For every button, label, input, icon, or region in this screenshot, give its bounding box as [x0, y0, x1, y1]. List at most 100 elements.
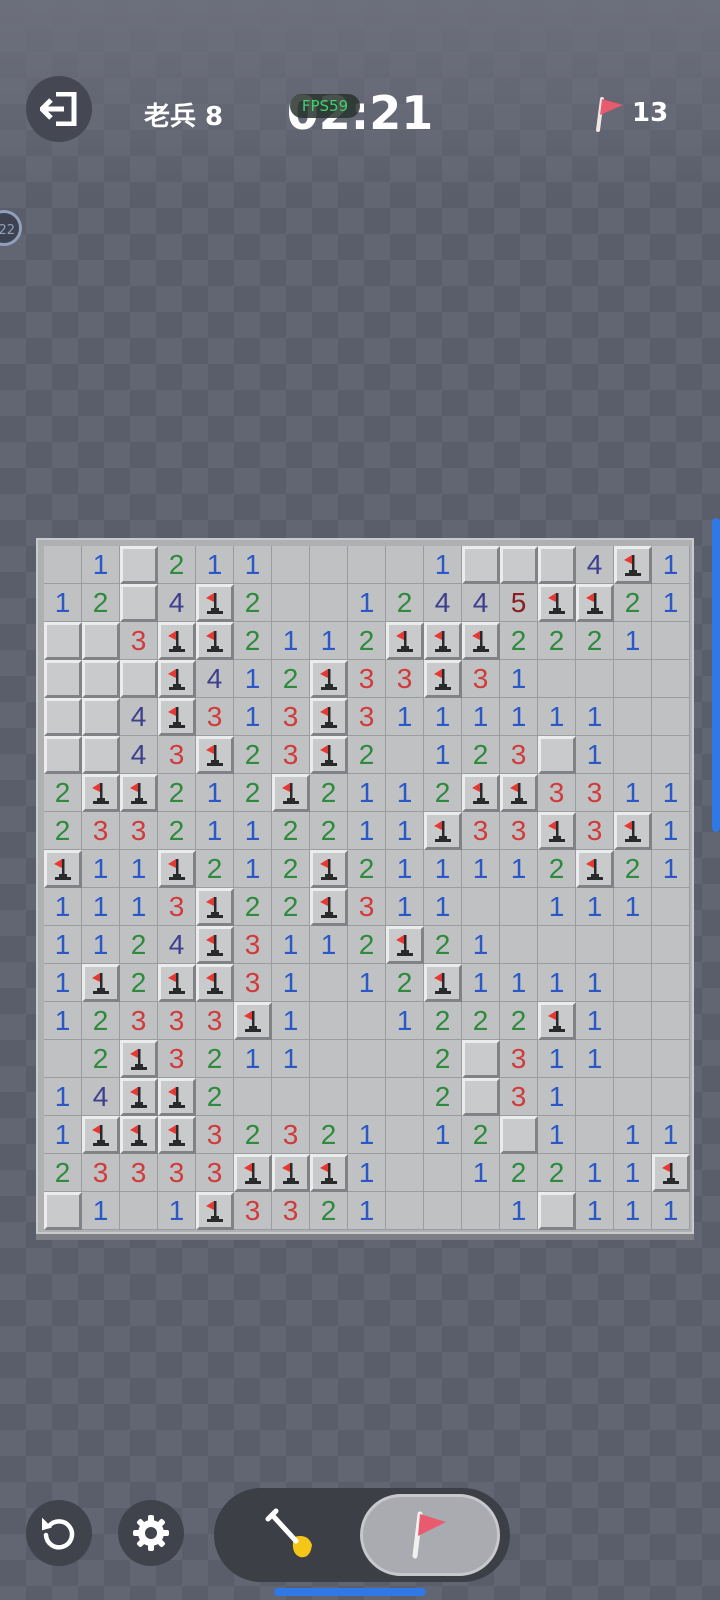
- empty-cell[interactable]: [652, 964, 690, 1002]
- number-cell[interactable]: 1: [44, 964, 82, 1002]
- number-cell[interactable]: 1: [234, 546, 272, 584]
- number-cell[interactable]: 2: [462, 1116, 500, 1154]
- flagged-cell[interactable]: [310, 888, 348, 926]
- empty-cell[interactable]: [652, 698, 690, 736]
- number-cell[interactable]: 1: [652, 850, 690, 888]
- number-cell[interactable]: 1: [386, 888, 424, 926]
- number-cell[interactable]: 1: [500, 850, 538, 888]
- flagged-cell[interactable]: [462, 774, 500, 812]
- empty-cell[interactable]: [44, 1040, 82, 1078]
- empty-cell[interactable]: [272, 546, 310, 584]
- number-cell[interactable]: 1: [652, 546, 690, 584]
- exit-button[interactable]: [26, 76, 92, 142]
- empty-cell[interactable]: [614, 1040, 652, 1078]
- number-cell[interactable]: 3: [158, 1040, 196, 1078]
- number-cell[interactable]: 1: [500, 1192, 538, 1230]
- number-cell[interactable]: 2: [234, 736, 272, 774]
- number-cell[interactable]: 1: [196, 774, 234, 812]
- number-cell[interactable]: 1: [120, 850, 158, 888]
- number-cell[interactable]: 1: [538, 1078, 576, 1116]
- flagged-cell[interactable]: [272, 1154, 310, 1192]
- number-cell[interactable]: 2: [234, 888, 272, 926]
- empty-cell[interactable]: [272, 584, 310, 622]
- flagged-cell[interactable]: [120, 1116, 158, 1154]
- empty-cell[interactable]: [614, 698, 652, 736]
- flagged-cell[interactable]: [310, 1154, 348, 1192]
- flagged-cell[interactable]: [538, 1002, 576, 1040]
- number-cell[interactable]: 3: [500, 736, 538, 774]
- number-cell[interactable]: 2: [196, 850, 234, 888]
- unrevealed-cell[interactable]: [120, 584, 158, 622]
- unrevealed-cell[interactable]: [538, 736, 576, 774]
- number-cell[interactable]: 1: [424, 888, 462, 926]
- side-badge[interactable]: 22: [0, 210, 22, 246]
- number-cell[interactable]: 1: [386, 850, 424, 888]
- flagged-cell[interactable]: [576, 850, 614, 888]
- number-cell[interactable]: 1: [500, 964, 538, 1002]
- number-cell[interactable]: 2: [234, 1116, 272, 1154]
- empty-cell[interactable]: [424, 1154, 462, 1192]
- number-cell[interactable]: 2: [310, 812, 348, 850]
- empty-cell[interactable]: [310, 584, 348, 622]
- unrevealed-cell[interactable]: [462, 1078, 500, 1116]
- number-cell[interactable]: 1: [576, 736, 614, 774]
- flagged-cell[interactable]: [158, 660, 196, 698]
- unrevealed-cell[interactable]: [500, 546, 538, 584]
- dig-mode-button[interactable]: [222, 1494, 362, 1576]
- number-cell[interactable]: 3: [158, 1154, 196, 1192]
- number-cell[interactable]: 1: [576, 1192, 614, 1230]
- number-cell[interactable]: 1: [462, 850, 500, 888]
- empty-cell[interactable]: [652, 1078, 690, 1116]
- empty-cell[interactable]: [652, 736, 690, 774]
- number-cell[interactable]: 1: [538, 698, 576, 736]
- flagged-cell[interactable]: [424, 964, 462, 1002]
- number-cell[interactable]: 1: [158, 1192, 196, 1230]
- empty-cell[interactable]: [44, 546, 82, 584]
- empty-cell[interactable]: [348, 1002, 386, 1040]
- empty-cell[interactable]: [652, 660, 690, 698]
- number-cell[interactable]: 4: [196, 660, 234, 698]
- number-cell[interactable]: 1: [462, 1154, 500, 1192]
- number-cell[interactable]: 3: [348, 888, 386, 926]
- number-cell[interactable]: 1: [614, 1192, 652, 1230]
- flagged-cell[interactable]: [614, 546, 652, 584]
- empty-cell[interactable]: [310, 1040, 348, 1078]
- flagged-cell[interactable]: [576, 584, 614, 622]
- number-cell[interactable]: 3: [120, 622, 158, 660]
- empty-cell[interactable]: [348, 546, 386, 584]
- flagged-cell[interactable]: [196, 964, 234, 1002]
- number-cell[interactable]: 3: [272, 1116, 310, 1154]
- number-cell[interactable]: 1: [424, 850, 462, 888]
- number-cell[interactable]: 2: [462, 736, 500, 774]
- number-cell[interactable]: 3: [158, 888, 196, 926]
- flagged-cell[interactable]: [158, 1078, 196, 1116]
- flagged-cell[interactable]: [424, 660, 462, 698]
- flagged-cell[interactable]: [120, 1078, 158, 1116]
- empty-cell[interactable]: [386, 736, 424, 774]
- number-cell[interactable]: 3: [462, 660, 500, 698]
- number-cell[interactable]: 2: [538, 622, 576, 660]
- unrevealed-cell[interactable]: [44, 736, 82, 774]
- number-cell[interactable]: 1: [234, 812, 272, 850]
- flagged-cell[interactable]: [652, 1154, 690, 1192]
- flagged-cell[interactable]: [538, 812, 576, 850]
- number-cell[interactable]: 1: [272, 1002, 310, 1040]
- number-cell[interactable]: 2: [614, 850, 652, 888]
- number-cell[interactable]: 1: [500, 698, 538, 736]
- number-cell[interactable]: 2: [348, 622, 386, 660]
- number-cell[interactable]: 2: [82, 584, 120, 622]
- number-cell[interactable]: 2: [424, 926, 462, 964]
- flagged-cell[interactable]: [462, 622, 500, 660]
- number-cell[interactable]: 2: [576, 622, 614, 660]
- empty-cell[interactable]: [272, 1078, 310, 1116]
- number-cell[interactable]: 1: [652, 1116, 690, 1154]
- number-cell[interactable]: 2: [424, 1078, 462, 1116]
- number-cell[interactable]: 2: [386, 584, 424, 622]
- number-cell[interactable]: 1: [82, 1192, 120, 1230]
- unrevealed-cell[interactable]: [82, 736, 120, 774]
- number-cell[interactable]: 1: [386, 698, 424, 736]
- number-cell[interactable]: 2: [120, 964, 158, 1002]
- unrevealed-cell[interactable]: [500, 1116, 538, 1154]
- flagged-cell[interactable]: [82, 1116, 120, 1154]
- number-cell[interactable]: 3: [158, 1002, 196, 1040]
